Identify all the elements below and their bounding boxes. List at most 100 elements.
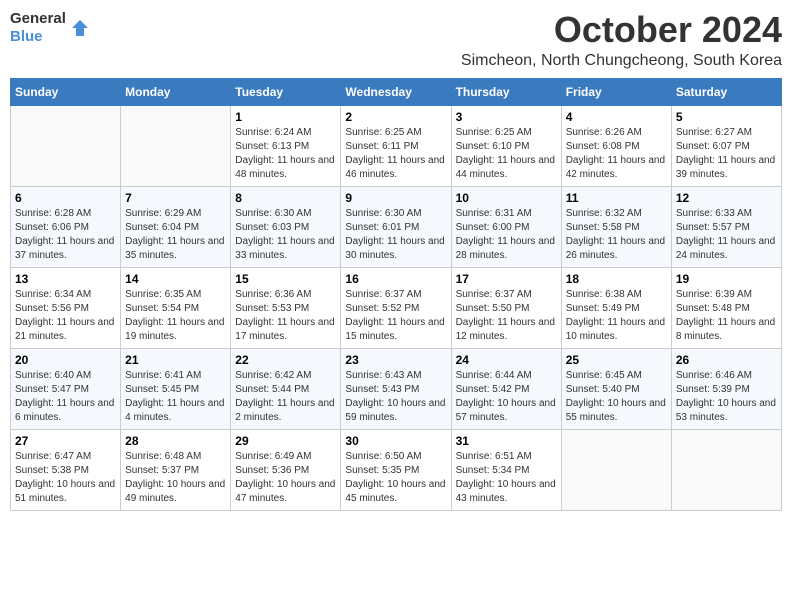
calendar-cell: 28Sunrise: 6:48 AMSunset: 5:37 PMDayligh… <box>121 429 231 510</box>
day-number: 2 <box>345 110 446 124</box>
day-number: 21 <box>125 353 226 367</box>
logo-general: General <box>10 10 66 27</box>
calendar-cell: 15 Sunrise: 6:36 AMSunset: 5:53 PMDayligh… <box>231 267 341 348</box>
day-number: 12 <box>676 191 777 205</box>
day-number: 7 <box>125 191 226 205</box>
calendar-cell <box>671 429 781 510</box>
calendar-cell <box>121 105 231 186</box>
day-header-monday: Monday <box>121 78 231 105</box>
calendar-cell: 13 Sunrise: 6:34 AMSunset: 5:56 PMDayligh… <box>11 267 121 348</box>
week-row-1: 1Sunrise: 6:24 AMSunset: 6:13 PMDaylight… <box>11 105 782 186</box>
day-info: Sunrise: 6:33 AMSunset: 5:57 PMDaylight:… <box>676 207 777 263</box>
calendar-cell: 21 Sunrise: 6:41 AMSunset: 5:45 PMDayligh… <box>121 348 231 429</box>
day-info: Sunrise: 6:40 AMSunset: 5:47 PMDaylight:… <box>15 369 116 425</box>
day-info: Sunrise: 6:48 AMSunset: 5:37 PMDaylight:… <box>125 450 226 506</box>
day-header-saturday: Saturday <box>671 78 781 105</box>
calendar-cell: 9 Sunrise: 6:30 AMSunset: 6:01 PMDaylight… <box>341 186 451 267</box>
calendar-cell: 19 Sunrise: 6:39 AMSunset: 5:48 PMDayligh… <box>671 267 781 348</box>
day-header-tuesday: Tuesday <box>231 78 341 105</box>
calendar-cell <box>561 429 671 510</box>
day-info: Sunrise: 6:42 AMSunset: 5:44 PMDaylight:… <box>235 369 336 425</box>
calendar-cell: 12 Sunrise: 6:33 AMSunset: 5:57 PMDayligh… <box>671 186 781 267</box>
day-info: Sunrise: 6:30 AMSunset: 6:01 PMDaylight:… <box>345 207 446 263</box>
day-info: Sunrise: 6:43 AMSunset: 5:43 PMDaylight:… <box>345 369 446 425</box>
day-info: Sunrise: 6:25 AMSunset: 6:11 PMDaylight:… <box>345 126 446 182</box>
day-number: 3 <box>456 110 557 124</box>
calendar-cell: 22 Sunrise: 6:42 AMSunset: 5:44 PMDayligh… <box>231 348 341 429</box>
day-info: Sunrise: 6:37 AMSunset: 5:52 PMDaylight:… <box>345 288 446 344</box>
day-info: Sunrise: 6:36 AMSunset: 5:53 PMDaylight:… <box>235 288 336 344</box>
day-number: 6 <box>15 191 116 205</box>
calendar-cell: 6Sunrise: 6:28 AMSunset: 6:06 PMDaylight… <box>11 186 121 267</box>
day-info: Sunrise: 6:45 AMSunset: 5:40 PMDaylight:… <box>566 369 667 425</box>
day-number: 27 <box>15 434 116 448</box>
day-number: 10 <box>456 191 557 205</box>
day-info: Sunrise: 6:35 AMSunset: 5:54 PMDaylight:… <box>125 288 226 344</box>
calendar-cell: 31 Sunrise: 6:51 AMSunset: 5:34 PMDayligh… <box>451 429 561 510</box>
day-info: Sunrise: 6:26 AMSunset: 6:08 PMDaylight:… <box>566 126 667 182</box>
week-row-4: 20 Sunrise: 6:40 AMSunset: 5:47 PMDayligh… <box>11 348 782 429</box>
day-number: 20 <box>15 353 116 367</box>
day-info: Sunrise: 6:34 AMSunset: 5:56 PMDaylight:… <box>15 288 116 344</box>
logo: General Blue <box>10 10 90 46</box>
calendar-cell: 18Sunrise: 6:38 AMSunset: 5:49 PMDayligh… <box>561 267 671 348</box>
day-header-friday: Friday <box>561 78 671 105</box>
calendar-cell: 26Sunrise: 6:46 AMSunset: 5:39 PMDayligh… <box>671 348 781 429</box>
calendar-cell: 1Sunrise: 6:24 AMSunset: 6:13 PMDaylight… <box>231 105 341 186</box>
day-number: 13 <box>15 272 116 286</box>
day-number: 30 <box>345 434 446 448</box>
day-info: Sunrise: 6:46 AMSunset: 5:39 PMDaylight:… <box>676 369 777 425</box>
day-info: Sunrise: 6:30 AMSunset: 6:03 PMDaylight:… <box>235 207 336 263</box>
logo-icon <box>70 18 90 38</box>
day-number: 25 <box>566 353 667 367</box>
day-number: 18 <box>566 272 667 286</box>
day-info: Sunrise: 6:24 AMSunset: 6:13 PMDaylight:… <box>235 126 336 182</box>
day-info: Sunrise: 6:39 AMSunset: 5:48 PMDaylight:… <box>676 288 777 344</box>
calendar-cell: 11 Sunrise: 6:32 AMSunset: 5:58 PMDayligh… <box>561 186 671 267</box>
location-title: Simcheon, North Chungcheong, South Korea <box>461 52 782 70</box>
day-info: Sunrise: 6:37 AMSunset: 5:50 PMDaylight:… <box>456 288 557 344</box>
page-header: General Blue October 2024 Simcheon, Nort… <box>10 10 782 70</box>
day-number: 4 <box>566 110 667 124</box>
day-number: 24 <box>456 353 557 367</box>
calendar-cell: 20 Sunrise: 6:40 AMSunset: 5:47 PMDayligh… <box>11 348 121 429</box>
calendar-cell: 16 Sunrise: 6:37 AMSunset: 5:52 PMDayligh… <box>341 267 451 348</box>
calendar-table: SundayMondayTuesdayWednesdayThursdayFrid… <box>10 78 782 511</box>
day-number: 22 <box>235 353 336 367</box>
day-header-sunday: Sunday <box>11 78 121 105</box>
calendar-cell: 24 Sunrise: 6:44 AMSunset: 5:42 PMDayligh… <box>451 348 561 429</box>
calendar-cell: 25 Sunrise: 6:45 AMSunset: 5:40 PMDayligh… <box>561 348 671 429</box>
day-header-thursday: Thursday <box>451 78 561 105</box>
calendar-cell: 7Sunrise: 6:29 AMSunset: 6:04 PMDaylight… <box>121 186 231 267</box>
day-number: 29 <box>235 434 336 448</box>
logo-blue: Blue <box>10 28 43 45</box>
day-info: Sunrise: 6:51 AMSunset: 5:34 PMDaylight:… <box>456 450 557 506</box>
calendar-cell: 10Sunrise: 6:31 AMSunset: 6:00 PMDayligh… <box>451 186 561 267</box>
day-info: Sunrise: 6:44 AMSunset: 5:42 PMDaylight:… <box>456 369 557 425</box>
day-number: 8 <box>235 191 336 205</box>
day-number: 9 <box>345 191 446 205</box>
day-number: 16 <box>345 272 446 286</box>
calendar-header-row: SundayMondayTuesdayWednesdayThursdayFrid… <box>11 78 782 105</box>
day-number: 11 <box>566 191 667 205</box>
calendar-cell <box>11 105 121 186</box>
day-number: 19 <box>676 272 777 286</box>
calendar-cell: 27 Sunrise: 6:47 AMSunset: 5:38 PMDayligh… <box>11 429 121 510</box>
day-info: Sunrise: 6:47 AMSunset: 5:38 PMDaylight:… <box>15 450 116 506</box>
week-row-3: 13 Sunrise: 6:34 AMSunset: 5:56 PMDayligh… <box>11 267 782 348</box>
calendar-cell: 17Sunrise: 6:37 AMSunset: 5:50 PMDayligh… <box>451 267 561 348</box>
calendar-cell: 4 Sunrise: 6:26 AMSunset: 6:08 PMDaylight… <box>561 105 671 186</box>
day-info: Sunrise: 6:41 AMSunset: 5:45 PMDaylight:… <box>125 369 226 425</box>
day-info: Sunrise: 6:50 AMSunset: 5:35 PMDaylight:… <box>345 450 446 506</box>
day-header-wednesday: Wednesday <box>341 78 451 105</box>
day-number: 15 <box>235 272 336 286</box>
title-block: October 2024 Simcheon, North Chungcheong… <box>461 10 782 70</box>
calendar-cell: 23Sunrise: 6:43 AMSunset: 5:43 PMDayligh… <box>341 348 451 429</box>
day-number: 31 <box>456 434 557 448</box>
day-info: Sunrise: 6:32 AMSunset: 5:58 PMDaylight:… <box>566 207 667 263</box>
day-info: Sunrise: 6:27 AMSunset: 6:07 PMDaylight:… <box>676 126 777 182</box>
week-row-5: 27 Sunrise: 6:47 AMSunset: 5:38 PMDayligh… <box>11 429 782 510</box>
calendar-cell: 2 Sunrise: 6:25 AMSunset: 6:11 PMDaylight… <box>341 105 451 186</box>
calendar-body: 1Sunrise: 6:24 AMSunset: 6:13 PMDaylight… <box>11 105 782 510</box>
week-row-2: 6Sunrise: 6:28 AMSunset: 6:06 PMDaylight… <box>11 186 782 267</box>
